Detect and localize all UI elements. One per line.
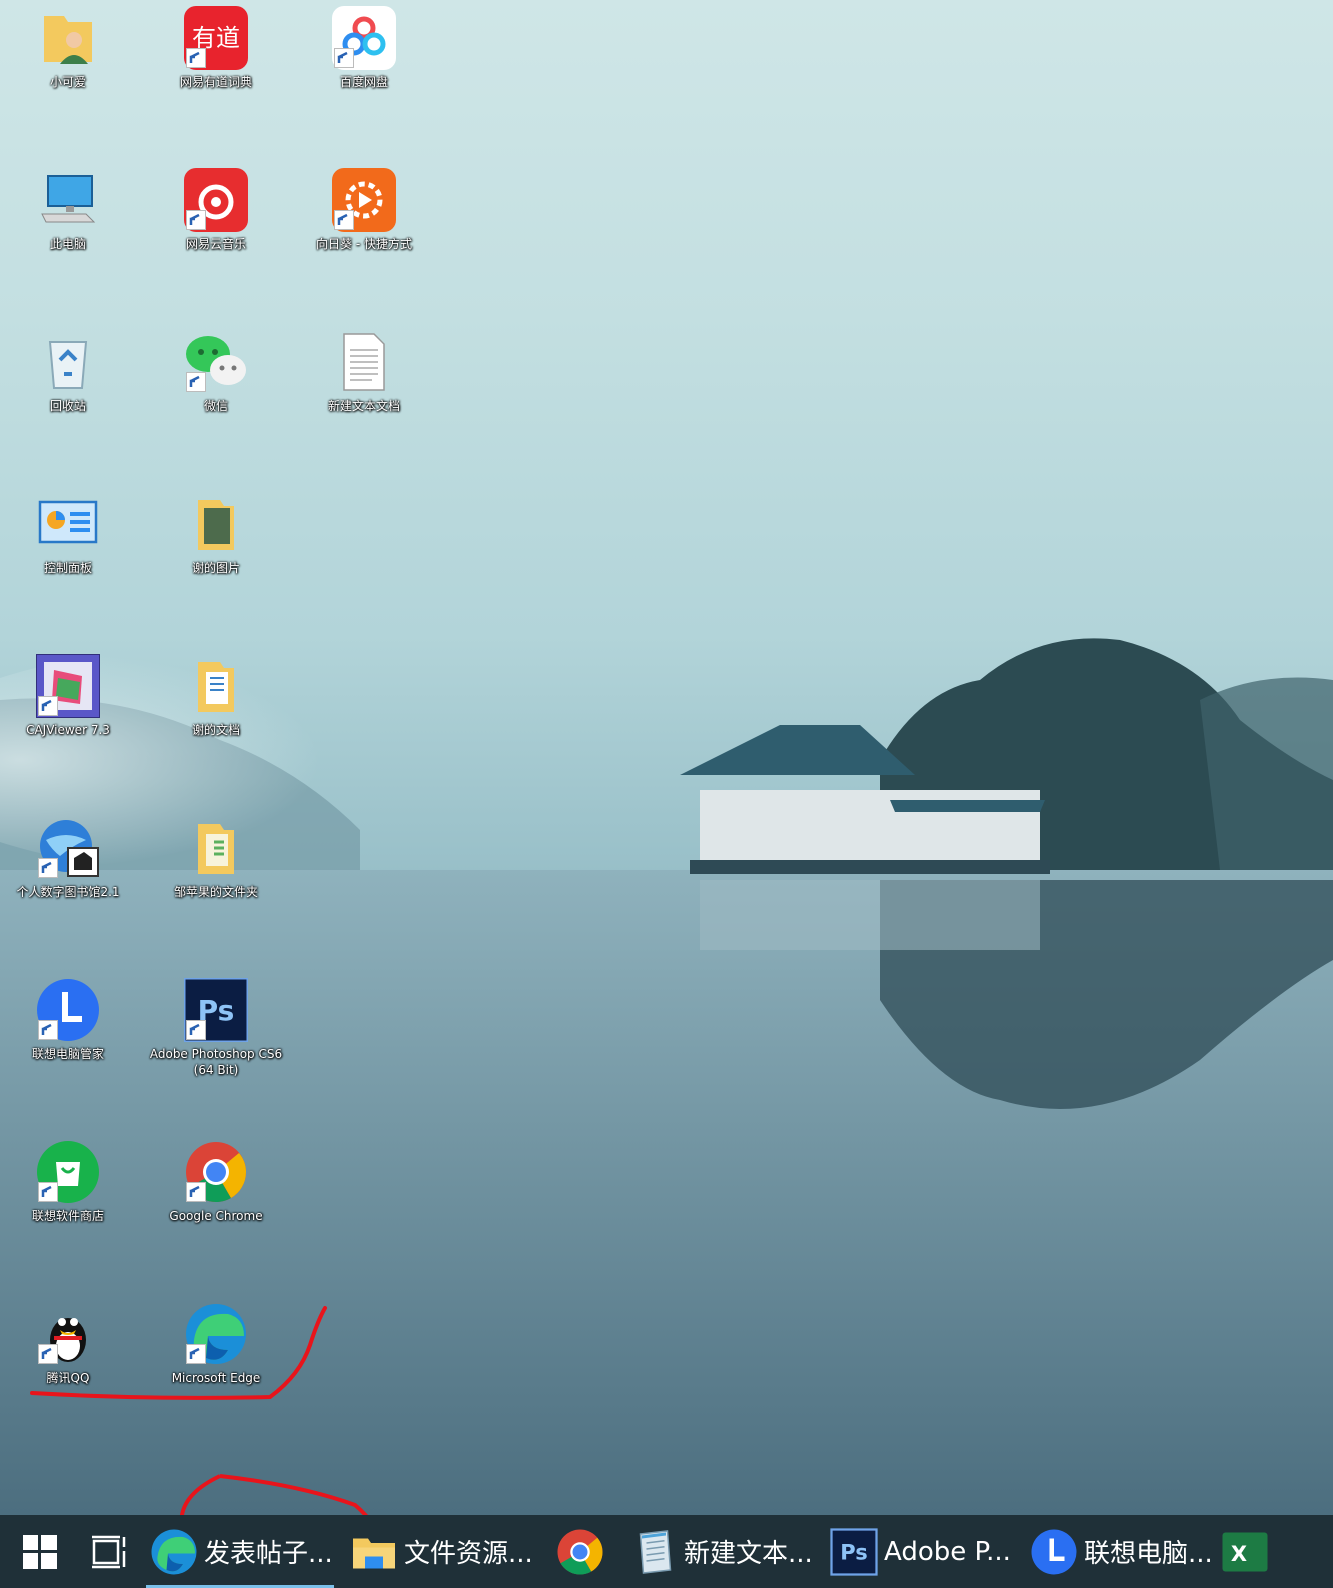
- task-view-button[interactable]: [80, 1515, 140, 1588]
- taskbar-app-lenovo-manager[interactable]: 联想电脑...: [1020, 1515, 1215, 1588]
- shortcut-arrow-icon: [186, 1344, 206, 1364]
- desktop-icon-new-text-document[interactable]: 新建文本文档: [294, 326, 434, 466]
- shortcut-arrow-icon: [186, 210, 206, 230]
- shortcut-arrow-icon: [186, 48, 206, 68]
- desktop-icon-sunflower[interactable]: 向日葵 - 快捷方式: [294, 164, 434, 304]
- desktop-icon-lenovo-store[interactable]: 联想软件商店: [0, 1136, 138, 1276]
- desktop-icon-qq[interactable]: 腾讯QQ: [0, 1298, 138, 1438]
- text-document-icon: [343, 333, 385, 391]
- shortcut-arrow-icon: [38, 1344, 58, 1364]
- desktop-icon-user-folder[interactable]: 小可爱: [0, 2, 138, 142]
- shortcut-arrow-icon: [38, 858, 58, 878]
- edge-icon: [151, 1529, 197, 1574]
- desktop-icon-pictures-folder[interactable]: 谢的图片: [146, 488, 286, 628]
- shortcut-arrow-icon: [186, 1182, 206, 1202]
- shortcut-arrow-icon: [186, 1020, 206, 1040]
- control-panel-icon: [38, 500, 98, 544]
- taskbar: 发表帖子... 文件资源... 新建文本... Ps Adobe P... 联想…: [0, 1515, 1333, 1588]
- folder-icon: [198, 824, 234, 874]
- start-button[interactable]: [0, 1515, 80, 1588]
- taskbar-app-notepad[interactable]: 新建文本...: [620, 1515, 820, 1588]
- notepad-icon: [639, 1529, 672, 1574]
- desktop-icon-google-chrome[interactable]: Google Chrome: [146, 1136, 286, 1276]
- recycle-bin-icon: [48, 341, 88, 389]
- desktop-icon-this-pc[interactable]: 此电脑: [0, 164, 138, 304]
- svg-text:Ps: Ps: [840, 1540, 868, 1564]
- lenovo-manager-icon: [1031, 1529, 1077, 1574]
- shortcut-arrow-icon: [38, 696, 58, 716]
- desktop-icon-cajviewer[interactable]: CAJViewer 7.3: [0, 650, 138, 790]
- shortcut-arrow-icon: [334, 48, 354, 68]
- computer-icon: [41, 175, 96, 223]
- shortcut-arrow-icon: [186, 372, 206, 392]
- file-explorer-icon: [353, 1538, 395, 1568]
- taskbar-app-chrome[interactable]: [540, 1515, 620, 1588]
- windows-logo-icon: [23, 1534, 57, 1569]
- desktop-icon-documents-folder[interactable]: 谢的文档: [146, 650, 286, 790]
- excel-icon: X: [1222, 1532, 1268, 1571]
- chrome-icon: [557, 1529, 603, 1575]
- desktop-icon-microsoft-edge[interactable]: Microsoft Edge: [146, 1298, 286, 1438]
- desktop-icon-photoshop[interactable]: Ps Adobe Photoshop CS6 (64 Bit): [146, 974, 286, 1114]
- photoshop-icon: Ps: [830, 1527, 878, 1576]
- task-view-icon: [92, 1535, 126, 1568]
- taskbar-app-excel[interactable]: X: [1215, 1515, 1273, 1588]
- desktop-icon-wechat[interactable]: 微信: [146, 326, 286, 466]
- svg-text:X: X: [1231, 1542, 1247, 1566]
- user-folder-icon: [44, 16, 92, 64]
- desktop-icon-recycle-bin[interactable]: 回收站: [0, 326, 138, 466]
- taskbar-app-file-explorer[interactable]: 文件资源...: [340, 1515, 540, 1588]
- desktop-icon-control-panel[interactable]: 控制面板: [0, 488, 138, 628]
- desktop-icon-lenovo-manager[interactable]: 联想电脑管家: [0, 974, 138, 1114]
- desktop-icon-folder[interactable]: 邹苹果的文件夹: [146, 812, 286, 952]
- desktop-icon-netease-music[interactable]: 网易云音乐: [146, 164, 286, 304]
- shortcut-arrow-icon: [334, 210, 354, 230]
- shortcut-arrow-icon: [38, 1182, 58, 1202]
- desktop-icon-digital-library[interactable]: 个人数字图书馆2.1: [0, 812, 138, 952]
- pictures-folder-icon: [198, 500, 234, 550]
- taskbar-app-edge[interactable]: 发表帖子...: [140, 1515, 340, 1588]
- desktop-icon-baidu-netdisk[interactable]: 百度网盘: [294, 2, 434, 142]
- shortcut-arrow-icon: [38, 1020, 58, 1040]
- taskbar-app-photoshop[interactable]: Ps Adobe P...: [820, 1515, 1020, 1588]
- desktop-icon-youdao[interactable]: 有道 网易有道词典: [146, 2, 286, 142]
- documents-folder-icon: [198, 662, 234, 712]
